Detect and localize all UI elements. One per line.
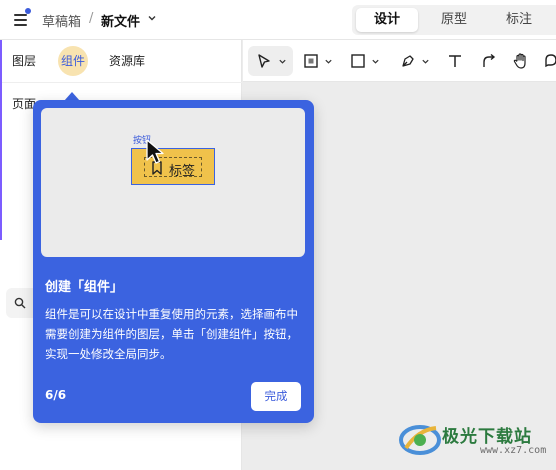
hand-icon: [513, 53, 526, 69]
chevron-down-icon[interactable]: [147, 13, 157, 23]
done-button[interactable]: 完成: [251, 382, 301, 411]
watermark-url: www.xz7.com: [480, 445, 547, 456]
chevron-down-icon: [372, 59, 379, 64]
popover-title: 创建「组件」: [45, 280, 124, 295]
preview-component-label: 标签: [169, 164, 196, 179]
cursor-icon: [146, 139, 164, 164]
search-icon: [14, 297, 26, 309]
text-icon: [449, 55, 461, 67]
watermark-logo-icon: [399, 425, 441, 455]
tab-design[interactable]: 设计: [356, 8, 418, 32]
watermark: 极光下载站 www.xz7.com: [398, 414, 554, 464]
tab-prototype[interactable]: 原型: [423, 8, 485, 32]
breadcrumb-drafts[interactable]: 草稿箱: [42, 11, 81, 30]
preview-component: 标签: [131, 148, 215, 185]
file-name[interactable]: 新文件: [101, 11, 140, 30]
connector-tool[interactable]: [477, 46, 501, 76]
tab-annotate[interactable]: 标注: [488, 8, 550, 32]
watermark-text: 极光下载站: [442, 427, 532, 447]
chevron-down-icon: [422, 59, 429, 64]
breadcrumb-separator: /: [89, 11, 94, 26]
panel-accent-bar: [0, 40, 2, 240]
pen-tool[interactable]: [397, 46, 435, 76]
step-counter: 6/6: [45, 388, 67, 402]
canvas-toolbar: [243, 40, 556, 82]
text-tool[interactable]: [443, 46, 467, 76]
tab-layers[interactable]: 图层: [12, 52, 36, 69]
rectangle-tool[interactable]: [347, 46, 385, 76]
onboarding-popover: 按钮 标签 创建「组件」 组件是可以在设计中重复使用的元素，选择画布中需要创建为…: [33, 100, 314, 423]
popover-body: 组件是可以在设计中重复使用的元素，选择画布中需要创建为组件的图层，单击「创建组件…: [45, 307, 298, 361]
menu-icon[interactable]: [12, 8, 31, 28]
connector-icon: [483, 53, 496, 67]
tab-library[interactable]: 资源库: [109, 52, 145, 69]
top-bar: 草稿箱 / 新文件 设计 原型 标注: [0, 0, 556, 40]
tab-components[interactable]: 组件: [58, 46, 88, 76]
chevron-down-icon: [279, 59, 286, 64]
pointer-icon: [258, 54, 270, 68]
pen-icon: [402, 55, 414, 67]
preview-illustration: 按钮 标签: [41, 108, 305, 257]
chevron-down-icon: [325, 59, 332, 64]
comment-tool[interactable]: [541, 46, 556, 76]
notification-dot: [25, 8, 31, 14]
pointer-tool[interactable]: [248, 46, 293, 76]
comment-icon: [545, 54, 556, 68]
rectangle-icon: [351, 54, 365, 68]
mode-switcher: 设计 原型 标注: [352, 5, 556, 35]
frame-tool[interactable]: [300, 46, 338, 76]
divider: [0, 82, 242, 83]
hand-tool[interactable]: [509, 46, 533, 76]
frame-icon: [304, 54, 318, 68]
